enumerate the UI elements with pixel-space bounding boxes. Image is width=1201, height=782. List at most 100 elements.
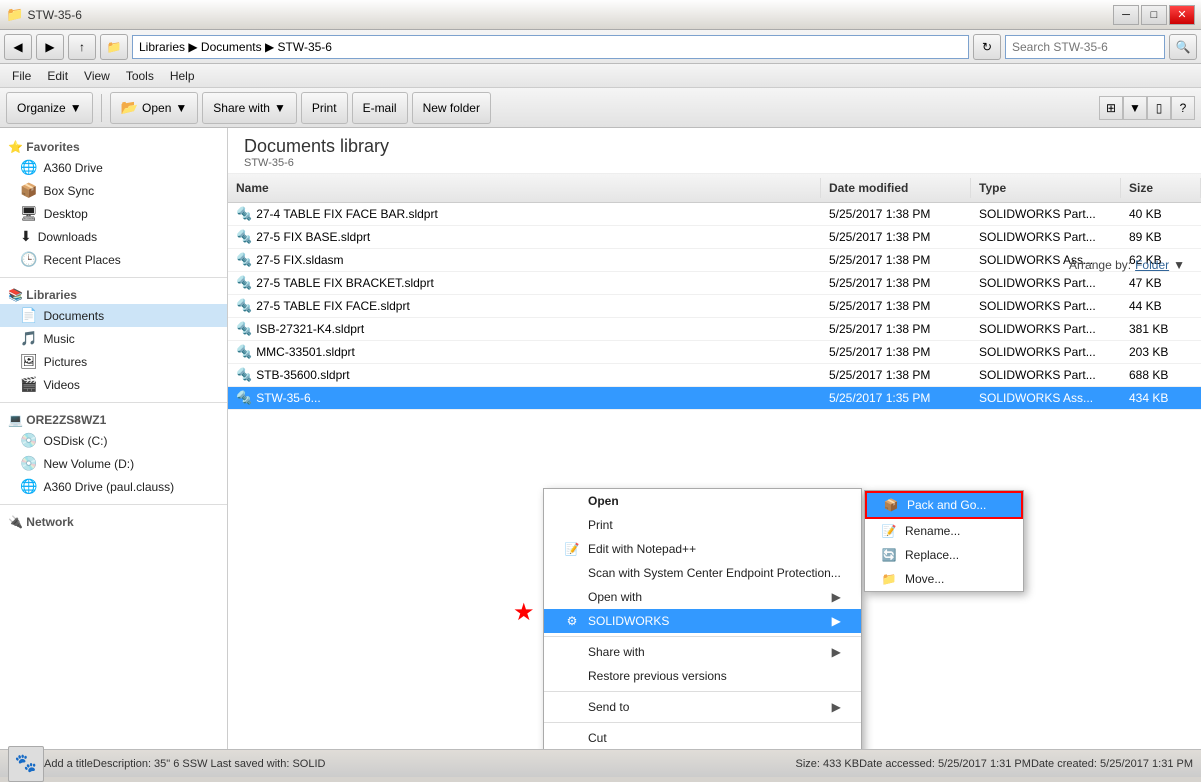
title-bar-text: STW-35-6: [27, 8, 1113, 22]
col-name[interactable]: Name: [228, 178, 821, 198]
ctx-sep-3: [544, 722, 861, 723]
documents-icon: 📄: [20, 307, 37, 324]
sidebar-label-music: Music: [43, 332, 74, 346]
file-type-cell: SOLIDWORKS Part...: [971, 364, 1121, 386]
arrange-value[interactable]: Folder: [1135, 258, 1169, 272]
file-icon: 🔩: [236, 367, 252, 383]
ctx-open-with[interactable]: Open with▶: [544, 585, 861, 609]
file-icon: 🔩: [236, 275, 252, 291]
menu-view[interactable]: View: [76, 67, 118, 85]
file-list: Name Date modified Type Size 🔩 27-4 TABL…: [228, 174, 1201, 410]
search-input[interactable]: [1005, 35, 1165, 59]
folder-icon-btn[interactable]: 📁: [100, 34, 128, 60]
submenu-pack-go[interactable]: 📦 Pack and Go...: [865, 491, 1023, 519]
menu-file[interactable]: File: [4, 67, 39, 85]
minimize-button[interactable]: ─: [1113, 5, 1139, 25]
menu-edit[interactable]: Edit: [39, 67, 76, 85]
main-layout: ⭐ Favorites 🌐 A360 Drive 📦 Box Sync 🖥 De…: [0, 128, 1201, 749]
ctx-share-with[interactable]: Share with▶: [544, 640, 861, 664]
libraries-header[interactable]: 📚 Libraries: [0, 284, 227, 304]
ctx-solidworks[interactable]: ⚙SOLIDWORKS▶: [544, 609, 861, 633]
col-date[interactable]: Date modified: [821, 178, 971, 198]
status-size: Size: 433 KB: [796, 758, 860, 770]
col-type[interactable]: Type: [971, 178, 1121, 198]
sidebar-item-recent[interactable]: 🕒 Recent Places: [0, 248, 227, 271]
file-icon: 🔩: [236, 344, 252, 360]
address-bar: ◀ ▶ ↑ 📁 ↻ 🔍: [0, 30, 1201, 64]
sidebar-item-desktop[interactable]: 🖥 Desktop: [0, 202, 227, 225]
share-with-button[interactable]: Share with ▼: [202, 92, 297, 124]
table-row[interactable]: 🔩 27-5 TABLE FIX FACE.sldprt 5/25/2017 1…: [228, 295, 1201, 318]
search-button[interactable]: 🔍: [1169, 34, 1197, 60]
help-button[interactable]: ?: [1171, 96, 1195, 120]
ctx-restore[interactable]: Restore previous versions: [544, 664, 861, 688]
network-header[interactable]: 🔌 Network: [0, 511, 227, 531]
submenu-move[interactable]: 📁 Move...: [865, 567, 1023, 591]
preview-pane-button[interactable]: ▯: [1147, 96, 1171, 120]
up-button[interactable]: ↑: [68, 34, 96, 60]
window-icon: 📁: [6, 6, 23, 23]
ctx-sep-1: [544, 636, 861, 637]
ctx-notepad[interactable]: 📝Edit with Notepad++: [544, 537, 861, 561]
print-button[interactable]: Print: [301, 92, 348, 124]
address-input[interactable]: [132, 35, 969, 59]
ctx-scan[interactable]: Scan with System Center Endpoint Protect…: [544, 561, 861, 585]
table-row[interactable]: 🔩 27-5 FIX.sldasm 5/25/2017 1:38 PM SOLI…: [228, 249, 1201, 272]
downloads-icon: ⬇: [20, 228, 32, 245]
sidebar-item-pictures[interactable]: 🖼 Pictures: [0, 350, 227, 373]
email-button[interactable]: E-mail: [352, 92, 408, 124]
sidebar-item-music[interactable]: 🎵 Music: [0, 327, 227, 350]
new-folder-button[interactable]: New folder: [412, 92, 491, 124]
table-row[interactable]: 🔩 27-5 FIX BASE.sldprt 5/25/2017 1:38 PM…: [228, 226, 1201, 249]
sidebar-label-pictures: Pictures: [44, 355, 87, 369]
back-button[interactable]: ◀: [4, 34, 32, 60]
favorites-header[interactable]: ⭐ Favorites: [0, 136, 227, 156]
sidebar-item-videos[interactable]: 🎬 Videos: [0, 373, 227, 396]
sidebar-item-newvolume[interactable]: 💿 New Volume (D:): [0, 452, 227, 475]
sidebar-label-boxsync: Box Sync: [43, 184, 94, 198]
file-name: MMC-33501.sldprt: [256, 345, 355, 359]
submenu-replace[interactable]: 🔄 Replace...: [865, 543, 1023, 567]
sidebar-item-documents[interactable]: 📄 Documents: [0, 304, 227, 327]
file-date-cell: 5/25/2017 1:38 PM: [821, 203, 971, 225]
sidebar-item-downloads[interactable]: ⬇ Downloads: [0, 225, 227, 248]
ctx-print[interactable]: Print: [544, 513, 861, 537]
ctx-cut[interactable]: Cut: [544, 726, 861, 749]
refresh-button[interactable]: ↻: [973, 34, 1001, 60]
sidebar-item-boxsync[interactable]: 📦 Box Sync: [0, 179, 227, 202]
view-dropdown-button[interactable]: ▼: [1123, 96, 1147, 120]
a360drive-icon: 🌐: [20, 478, 37, 495]
ctx-send-to[interactable]: Send to▶: [544, 695, 861, 719]
view-change-button[interactable]: ⊞: [1099, 96, 1123, 120]
file-size-cell: 434 KB: [1121, 387, 1201, 409]
menu-help[interactable]: Help: [162, 67, 203, 85]
file-size-cell: 89 KB: [1121, 226, 1201, 248]
forward-button[interactable]: ▶: [36, 34, 64, 60]
table-row[interactable]: 🔩 STB-35600.sldprt 5/25/2017 1:38 PM SOL…: [228, 364, 1201, 387]
sidebar-item-osdisk[interactable]: 💿 OSDisk (C:): [0, 429, 227, 452]
table-row[interactable]: 🔩 STW-35-6... 5/25/2017 1:35 PM SOLIDWOR…: [228, 387, 1201, 410]
table-row[interactable]: 🔩 MMC-33501.sldprt 5/25/2017 1:38 PM SOL…: [228, 341, 1201, 364]
sidebar-item-a360[interactable]: 🌐 A360 Drive: [0, 156, 227, 179]
close-button[interactable]: ✕: [1169, 5, 1195, 25]
move-icon: 📁: [881, 572, 897, 586]
arrange-arrow[interactable]: ▼: [1173, 258, 1185, 272]
computer-header[interactable]: 💻 ORE2ZS8WZ1: [0, 409, 227, 429]
newvolume-icon: 💿: [20, 455, 37, 472]
submenu-rename[interactable]: 📝 Rename...: [865, 519, 1023, 543]
open-button[interactable]: 📂 Open ▼: [110, 92, 199, 124]
col-size[interactable]: Size: [1121, 178, 1201, 198]
file-name-cell: 🔩 STB-35600.sldprt: [228, 364, 821, 386]
maximize-button[interactable]: □: [1141, 5, 1167, 25]
ctx-open[interactable]: Open: [544, 489, 861, 513]
organize-button[interactable]: Organize ▼: [6, 92, 93, 124]
table-row[interactable]: 🔩 27-4 TABLE FIX FACE BAR.sldprt 5/25/20…: [228, 203, 1201, 226]
table-row[interactable]: 🔩 27-5 TABLE FIX BRACKET.sldprt 5/25/201…: [228, 272, 1201, 295]
sidebar-label-a360drive: A360 Drive (paul.clauss): [43, 480, 174, 494]
view-buttons: ⊞ ▼ ▯ ?: [1099, 96, 1195, 120]
file-date-cell: 5/25/2017 1:38 PM: [821, 341, 971, 363]
menu-tools[interactable]: Tools: [118, 67, 162, 85]
file-name: ISB-27321-K4.sldprt: [256, 322, 364, 336]
sidebar-item-a360drive[interactable]: 🌐 A360 Drive (paul.clauss): [0, 475, 227, 498]
table-row[interactable]: 🔩 ISB-27321-K4.sldprt 5/25/2017 1:38 PM …: [228, 318, 1201, 341]
